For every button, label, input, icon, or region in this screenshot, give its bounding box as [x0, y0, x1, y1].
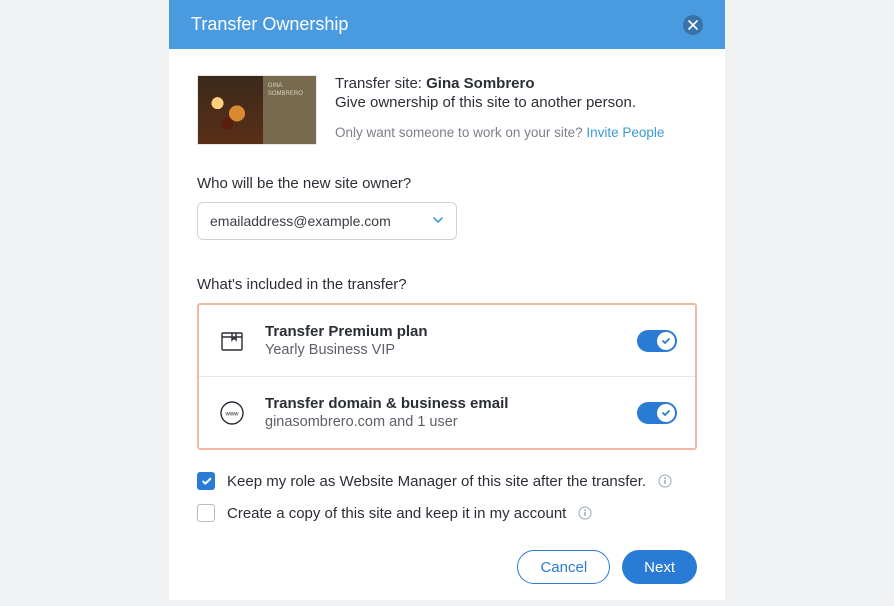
new-owner-select[interactable]: emailaddress@example.com [197, 202, 457, 240]
included-item-title: Transfer Premium plan [265, 323, 619, 340]
plan-icon [217, 326, 247, 356]
included-item-subtitle: ginasombrero.com and 1 user [265, 414, 619, 430]
check-icon [661, 408, 671, 418]
next-button[interactable]: Next [622, 550, 697, 584]
included-item-text: Transfer Premium plan Yearly Business VI… [265, 323, 619, 358]
toggle-knob [657, 332, 675, 350]
site-meta: Transfer site: Gina Sombrero Give owners… [335, 75, 697, 145]
keep-role-checkbox[interactable] [197, 472, 215, 490]
modal-title: Transfer Ownership [191, 14, 348, 35]
modal-body: GINA SOMBRERO Transfer site: Gina Sombre… [169, 49, 725, 606]
included-item-text: Transfer domain & business email ginasom… [265, 395, 619, 430]
invite-hint-text: Only want someone to work on your site? [335, 125, 586, 140]
site-thumbnail-image [198, 76, 263, 144]
invite-people-link[interactable]: Invite People [586, 125, 664, 140]
new-owner-label: Who will be the new site owner? [197, 175, 697, 192]
transfer-site-prefix: Transfer site: [335, 75, 426, 92]
keep-role-label: Keep my role as Website Manager of this … [227, 473, 646, 490]
toggle-knob [657, 404, 675, 422]
transfer-site-description: Give ownership of this site to another p… [335, 94, 697, 111]
create-copy-row: Create a copy of this site and keep it i… [197, 504, 697, 522]
svg-text:www: www [225, 411, 240, 417]
included-item-subtitle: Yearly Business VIP [265, 342, 619, 358]
premium-toggle[interactable] [637, 330, 677, 352]
transfer-site-line: Transfer site: Gina Sombrero [335, 75, 697, 92]
transfer-site-name: Gina Sombrero [426, 75, 534, 92]
check-icon [661, 336, 671, 346]
cancel-button[interactable]: Cancel [517, 550, 610, 584]
keep-role-row: Keep my role as Website Manager of this … [197, 472, 697, 490]
site-summary: GINA SOMBRERO Transfer site: Gina Sombre… [197, 75, 697, 145]
invite-hint: Only want someone to work on your site? … [335, 125, 697, 140]
create-copy-label: Create a copy of this site and keep it i… [227, 505, 566, 522]
info-icon[interactable] [658, 474, 672, 488]
site-thumbnail: GINA SOMBRERO [197, 75, 317, 145]
close-icon [688, 20, 698, 30]
check-icon [201, 476, 212, 487]
included-item-premium: Transfer Premium plan Yearly Business VI… [199, 305, 695, 376]
domain-toggle[interactable] [637, 402, 677, 424]
included-item-domain: www Transfer domain & business email gin… [199, 376, 695, 448]
modal-footer: Cancel Next [197, 550, 697, 584]
close-button[interactable] [683, 15, 703, 35]
site-thumbnail-label: GINA SOMBRERO [263, 76, 316, 144]
new-owner-value: emailaddress@example.com [210, 213, 391, 229]
create-copy-checkbox[interactable] [197, 504, 215, 522]
included-box: Transfer Premium plan Yearly Business VI… [197, 303, 697, 450]
modal-header: Transfer Ownership [169, 0, 725, 49]
included-label: What's included in the transfer? [197, 276, 697, 293]
domain-icon: www [217, 398, 247, 428]
info-icon[interactable] [578, 506, 592, 520]
included-item-title: Transfer domain & business email [265, 395, 619, 412]
chevron-down-icon [432, 213, 444, 229]
transfer-ownership-modal: Transfer Ownership GINA SOMBRERO Transfe… [169, 0, 725, 600]
